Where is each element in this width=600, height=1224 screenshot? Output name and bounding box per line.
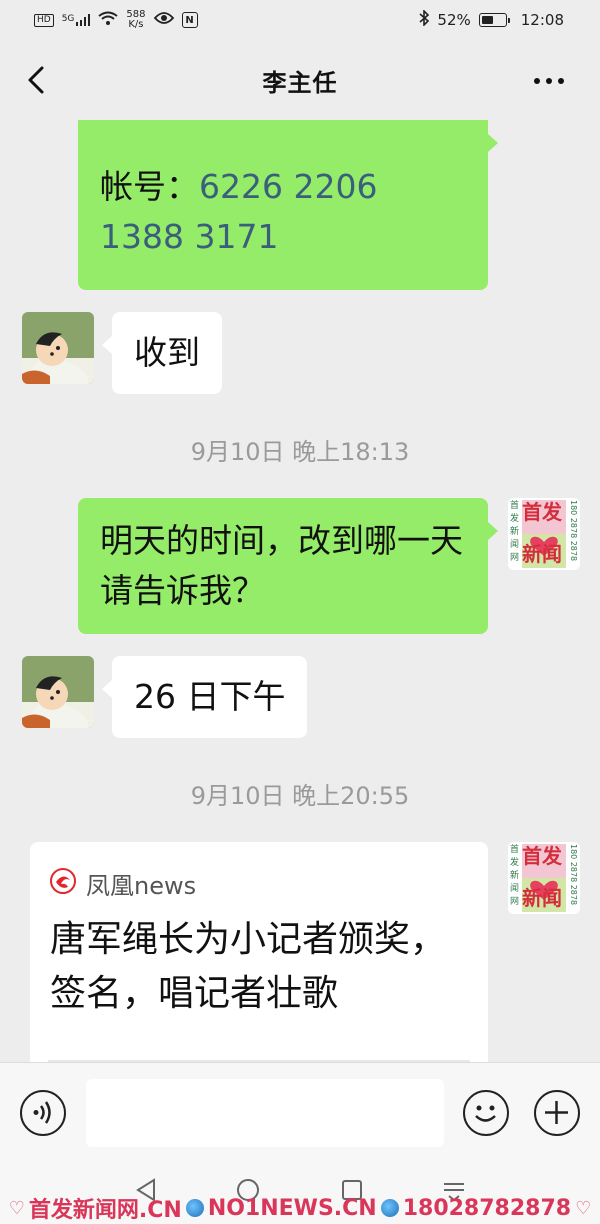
input-bar [0,1062,600,1164]
chat-header: 李主任 [0,40,600,120]
message-bubble-received[interactable]: 26 日下午 [101,656,308,738]
avatar-text-bottom: 新闻 [522,886,562,910]
watermark-phone: 18028782878 [402,1195,572,1221]
contact-avatar[interactable] [22,656,94,728]
chat-title: 李主任 [262,68,338,97]
user-avatar[interactable]: 首发 新闻 首发新闻网 180 2878 2878 [508,498,580,570]
heart-icon: ♡ [575,1197,592,1219]
link-headline: 唐军绳长为小记者颁奖，签名，唱记者壮歌 [50,919,447,1014]
net-speed: 588 K/s [126,10,145,30]
bluetooth-icon [419,9,430,30]
watermark-site-cn: 首发新闻网.CN [28,1198,182,1223]
voice-input-icon[interactable] [20,1090,66,1136]
contact-avatar[interactable] [22,312,94,384]
avatar-text-top: 首发 [522,844,562,868]
nfc-icon: N [181,12,198,28]
link-card-message[interactable]: 凤凰news 唐军绳长为小记者颁奖，签名，唱记者壮歌 [30,842,488,1062]
message-text: 26 日下午 [134,677,286,716]
avatar-side-text: 首发新闻网 [510,845,520,907]
avatar-text-top: 首发 [522,500,562,524]
message-bubble-sent[interactable]: 帐号：6226 2206 1388 3171 [78,120,498,290]
link-source-name: 凤凰news [86,872,197,900]
status-right: 52% 12:08 [419,9,564,30]
watermark-banner: ♡ 首发新闻网.CN NO1NEWS.CN 18028782878 ♡ [0,1192,600,1224]
wifi-icon [98,11,119,29]
battery-fill [481,16,493,24]
timestamp: 9月10日 晚上20:55 [190,782,410,810]
watermark-site-en: NO1NEWS.CN [207,1195,377,1221]
avatar-side-numbers: 180 2878 2878 [569,844,578,906]
message-bubble-sent[interactable]: 明天的时间，改到哪一天请告诉我？ [78,498,498,634]
status-left: HD 5G 588 K/s N [34,10,198,30]
signal-icon: 5G [62,14,91,26]
battery-percent: 52% [437,11,471,29]
user-avatar[interactable]: 首发 新闻 首发新闻网 180 2878 2878 [508,842,580,914]
plus-icon[interactable] [534,1090,580,1136]
avatar-side-text: 首发新闻网 [510,501,520,563]
avatar-text-bottom: 新闻 [522,542,562,566]
message-bubble-received[interactable]: 收到 [102,312,222,394]
timestamp: 9月10日 晚上18:13 [190,438,410,466]
clock: 12:08 [520,11,564,29]
message-input[interactable] [86,1079,444,1147]
net-speed-unit: K/s [128,19,144,30]
more-options-icon[interactable] [534,66,570,96]
eye-icon [153,11,174,29]
status-bar: HD 5G 588 K/s N 52% 12:08 [0,0,600,40]
back-icon[interactable] [18,62,54,98]
signal-label: 5G [61,14,75,24]
globe-icon [185,1199,204,1217]
heart-icon: ♡ [8,1197,25,1219]
message-text: 明天的时间，改到哪一天请告诉我？ [100,521,463,610]
account-label: 帐号： [100,167,199,206]
globe-icon [380,1199,399,1217]
hd-badge: HD [34,13,54,27]
nfc-label: N [185,14,194,26]
emoji-icon[interactable] [463,1090,509,1136]
chat-area[interactable]: 帐号：6226 2206 1388 3171 收到 9月10日 晚上18:13 … [0,120,600,1062]
message-text: 收到 [134,333,200,372]
phoenix-logo-icon [50,867,76,900]
link-source: 凤凰news [50,866,468,901]
avatar-side-numbers: 180 2878 2878 [569,500,578,562]
battery-icon [478,13,510,27]
